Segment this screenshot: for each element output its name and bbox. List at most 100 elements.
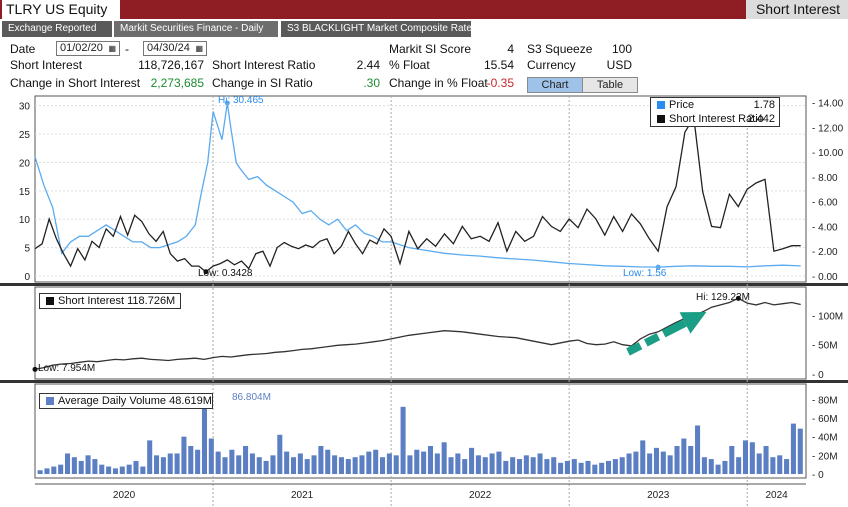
volume-bar <box>380 457 386 474</box>
volume-bar <box>715 464 721 474</box>
volume-bar <box>304 459 310 474</box>
volume-bar <box>345 459 351 474</box>
volume-bar <box>78 460 84 474</box>
legend-volume[interactable]: Average Daily Volume 48.619M <box>40 394 212 408</box>
volume-bar <box>270 455 276 474</box>
volume-bar <box>37 470 43 474</box>
volume-bar <box>455 453 461 474</box>
volume-bar <box>427 446 433 474</box>
middle-right-tick-label: - 50M <box>812 341 838 352</box>
right-tick-label: - 6.00 <box>812 198 838 209</box>
volume-bar <box>619 457 625 474</box>
left-tick-label: 25 <box>19 130 31 141</box>
volume-bar <box>770 457 776 474</box>
right-tick-label: - 12.00 <box>812 123 844 134</box>
volume-bar <box>236 455 242 474</box>
volume-bar <box>592 464 598 474</box>
volume-bar <box>263 460 269 474</box>
volume-bar <box>544 459 550 474</box>
volume-bar <box>530 457 536 474</box>
volume-bar <box>85 455 91 474</box>
volume-bar <box>359 455 365 474</box>
volume-bar <box>763 446 769 474</box>
volume-bar <box>777 455 783 474</box>
price-low-label: Low: 1.56 <box>623 268 667 279</box>
volume-bar <box>421 451 427 474</box>
legend-price[interactable]: Price 1.78 <box>651 98 779 112</box>
volume-bar <box>332 455 338 474</box>
volume-bar <box>352 457 358 474</box>
volume-bar <box>297 453 303 474</box>
volume-bar <box>462 459 468 474</box>
volume-bar <box>510 457 516 474</box>
volume-bar <box>222 457 228 474</box>
volume-bar <box>516 459 523 474</box>
ratio-low-label: Low: 0.3428 <box>198 268 253 279</box>
x-tick-label: 2023 <box>647 490 670 501</box>
volume-bar <box>441 442 447 474</box>
volume-bar <box>215 451 221 474</box>
volume-bar <box>133 460 139 474</box>
si-swatch <box>46 297 54 306</box>
volume-bar <box>729 446 735 474</box>
volume-bar <box>797 428 803 474</box>
volume-bar <box>489 453 495 474</box>
volume-bar <box>633 451 639 474</box>
bottom-right-tick-label: - 0 <box>812 470 824 481</box>
volume-bar <box>701 457 707 474</box>
volume-bar <box>147 440 153 474</box>
middle-right-tick-label: - 100M <box>812 311 843 322</box>
legend-short-interest[interactable]: Short Interest 118.726M <box>40 294 180 308</box>
volume-bar <box>92 459 98 474</box>
volume-bar <box>64 453 71 474</box>
left-tick-label: 15 <box>19 187 31 198</box>
volume-bar <box>44 468 50 474</box>
volume-bar <box>195 449 201 474</box>
volume-bar <box>585 460 591 474</box>
volume-bar <box>277 434 283 474</box>
legend-si-ratio[interactable]: Short Interest Ratio 2.442 <box>651 112 779 126</box>
volume-swatch <box>46 397 54 406</box>
volume-bar <box>599 462 605 474</box>
volume-bar <box>448 457 454 474</box>
volume-bar <box>640 440 646 474</box>
volume-bar <box>366 451 372 474</box>
volume-bar <box>695 425 701 474</box>
middle-legend: Short Interest 118.726M <box>39 293 181 309</box>
volume-bar <box>181 436 187 474</box>
volume-bar <box>790 423 796 474</box>
volume-bar <box>414 449 420 474</box>
price-series-line <box>34 102 801 268</box>
right-tick-label: - 0.00 <box>812 272 838 283</box>
bottom-right-tick-label: - 40M <box>812 433 838 444</box>
volume-bar <box>523 455 529 474</box>
volume-bar <box>256 457 262 474</box>
volume-bar <box>688 446 694 474</box>
si-low-point <box>32 366 38 372</box>
volume-bar <box>140 466 146 474</box>
volume-bar <box>167 453 173 474</box>
volume-bar <box>742 440 749 474</box>
volume-bar <box>400 406 406 474</box>
volume-bar <box>311 455 317 474</box>
right-tick-label: - 10.00 <box>812 148 844 159</box>
top-legend: Price 1.78 Short Interest Ratio 2.442 <box>650 97 780 127</box>
bottom-right-tick-label: - 60M <box>812 414 838 425</box>
volume-bar <box>119 466 125 474</box>
left-tick-label: 5 <box>24 244 30 255</box>
volume-bar <box>160 457 166 474</box>
volume-bar <box>674 446 680 474</box>
volume-bar <box>612 459 618 474</box>
volume-bar <box>58 464 64 474</box>
volume-bar <box>626 453 632 474</box>
volume-bar <box>290 457 297 474</box>
left-tick-label: 30 <box>19 102 31 113</box>
volume-bar <box>578 462 584 474</box>
volume-bar <box>736 457 742 474</box>
x-tick-label: 2020 <box>113 490 136 501</box>
volume-bar <box>284 451 290 474</box>
volume-bar <box>188 446 194 474</box>
volume-bar <box>154 455 160 474</box>
si-ratio-series-line <box>34 115 801 273</box>
right-tick-label: - 4.00 <box>812 222 838 233</box>
